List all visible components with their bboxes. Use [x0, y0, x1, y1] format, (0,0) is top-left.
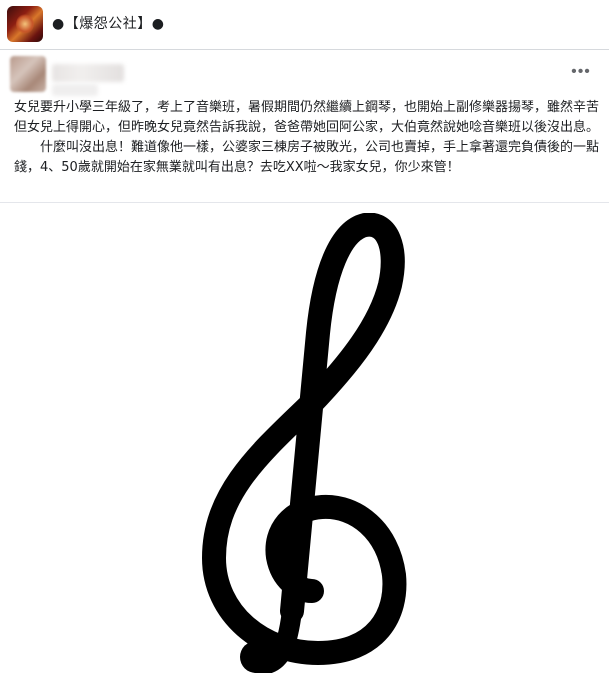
- group-header: ●【爆怨公社】●: [0, 0, 609, 50]
- more-horizontal-icon: •••: [571, 63, 591, 80]
- post-image[interactable]: [0, 203, 609, 676]
- group-title[interactable]: ●【爆怨公社】●: [52, 13, 164, 33]
- post-options-button[interactable]: •••: [567, 60, 595, 84]
- group-avatar[interactable]: [7, 6, 43, 42]
- post-card: ••• 女兒要升小學三年級了，考上了音樂班，暑假期間仍然繼續上鋼琴，也開始上副修…: [0, 50, 609, 676]
- treble-clef-icon: [202, 213, 407, 673]
- screenshot-page: ●【爆怨公社】● ••• 女兒要升小學三年級了，考上了音樂班，暑假期間仍然繼續上…: [0, 0, 609, 676]
- post-paragraph-1: 女兒要升小學三年級了，考上了音樂班，暑假期間仍然繼續上鋼琴，也開始上副修樂器揚琴…: [14, 100, 600, 135]
- post-author-row: •••: [0, 50, 609, 102]
- post-meta-blurred: [52, 84, 98, 96]
- author-avatar-blurred[interactable]: [10, 56, 46, 92]
- post-paragraph-2: 什麼叫沒出息！難道像他一樣，公婆家三棟房子被敗光，公司也賣掉，手上拿著還完負債後…: [14, 140, 600, 175]
- author-name-blurred[interactable]: [52, 64, 124, 82]
- flame-icon: [16, 14, 34, 34]
- post-body: 女兒要升小學三年級了，考上了音樂班，暑假期間仍然繼續上鋼琴，也開始上副修樂器揚琴…: [14, 98, 599, 178]
